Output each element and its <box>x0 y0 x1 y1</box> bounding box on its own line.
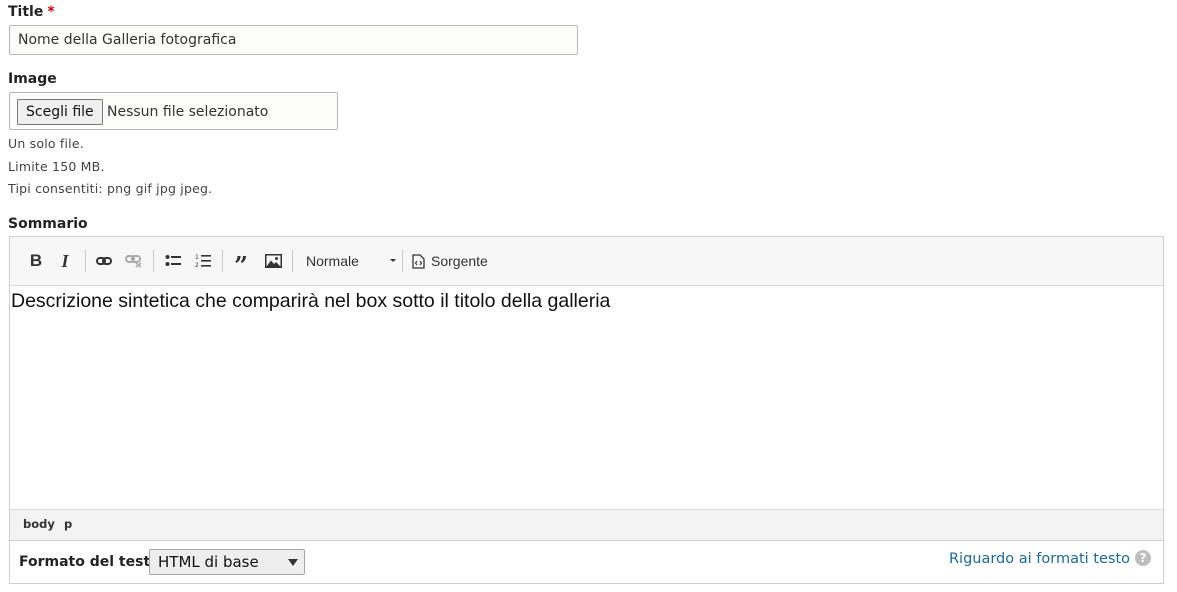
help-icon[interactable]: ? <box>1135 550 1151 566</box>
numbered-list-button[interactable]: 1 2 <box>192 249 214 273</box>
title-label: Title * <box>8 4 55 20</box>
toolbar-separator <box>153 250 154 272</box>
text-format-value: HTML di base <box>158 553 259 571</box>
format-dropdown-value: Normale <box>306 253 359 269</box>
italic-button[interactable]: I <box>55 249 75 273</box>
required-marker: * <box>47 4 55 20</box>
editor-paragraph: Descrizione sintetica che comparirà nel … <box>11 290 611 312</box>
title-input[interactable] <box>9 25 578 55</box>
editor-toolbar: B I 1 2 ” Normale Sorgente <box>10 237 1163 286</box>
toolbar-separator <box>402 250 403 272</box>
source-label: Sorgente <box>431 253 488 269</box>
choose-file-button[interactable]: Scegli file <box>17 99 103 125</box>
italic-icon: I <box>61 250 69 271</box>
unlink-button[interactable] <box>123 249 145 273</box>
svg-text:2: 2 <box>195 262 199 269</box>
source-button[interactable]: Sorgente <box>412 249 494 273</box>
chevron-down-icon <box>288 559 298 566</box>
image-description-types: Tipi consentiti: png gif jpg jpeg. <box>8 181 213 196</box>
link-icon <box>96 257 112 265</box>
blockquote-icon: ” <box>234 251 248 280</box>
summary-label: Sommario <box>8 216 88 232</box>
text-format-select[interactable]: HTML di base <box>149 549 305 575</box>
title-label-text: Title <box>8 4 44 20</box>
toolbar-separator <box>85 250 86 272</box>
source-icon <box>412 253 425 269</box>
bold-button[interactable]: B <box>25 249 47 273</box>
format-dropdown[interactable]: Normale <box>302 249 396 273</box>
element-path-bar: body p <box>10 509 1163 540</box>
file-status: Nessun file selezionato <box>107 104 269 120</box>
numbered-list-icon: 1 2 <box>195 254 211 269</box>
text-format-label: Formato del testo <box>19 554 160 570</box>
bulleted-list-icon <box>165 255 181 266</box>
rich-text-editor: B I 1 2 ” Normale Sorgente Descrizione s… <box>9 236 1164 541</box>
image-description-limit: Limite 150 MB. <box>8 159 105 174</box>
link-button[interactable] <box>93 249 115 273</box>
bulleted-list-button[interactable] <box>162 249 184 273</box>
toolbar-separator <box>222 250 223 272</box>
insert-image-button[interactable] <box>262 249 284 273</box>
toolbar-separator <box>292 250 293 272</box>
file-upload-field[interactable]: Scegli file Nessun file selezionato <box>9 92 338 130</box>
svg-text:1: 1 <box>195 254 199 261</box>
text-format-wrapper: Formato del testo HTML di base Riguardo … <box>9 541 1164 584</box>
image-description-count: Un solo file. <box>8 136 84 151</box>
chevron-down-icon <box>390 259 396 262</box>
blockquote-button[interactable]: ” <box>230 249 252 280</box>
bold-icon: B <box>29 251 43 270</box>
unlink-icon <box>125 255 142 268</box>
editor-content-area[interactable]: Descrizione sintetica che comparirà nel … <box>10 286 1163 509</box>
path-item-body[interactable]: body <box>23 517 55 531</box>
image-icon <box>264 254 282 268</box>
image-label: Image <box>8 71 57 87</box>
about-text-formats-link[interactable]: Riguardo ai formati testo <box>949 551 1130 567</box>
path-item-p[interactable]: p <box>64 517 72 531</box>
